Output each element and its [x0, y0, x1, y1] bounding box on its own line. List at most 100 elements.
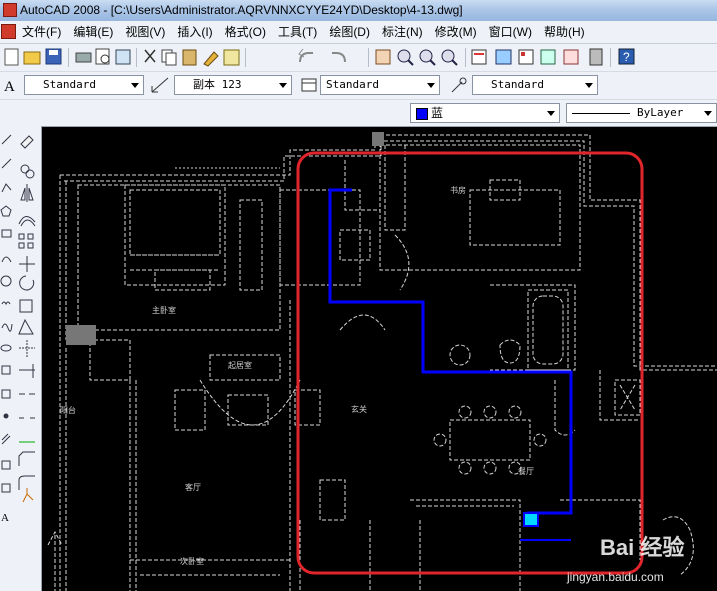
autocad-logo-icon[interactable]	[3, 3, 17, 17]
calculator-icon[interactable]	[589, 48, 603, 66]
modify-toolbar	[13, 126, 42, 591]
linetype-dropdown[interactable]: ByLayer	[566, 103, 717, 123]
menu-draw[interactable]: 绘图(D)	[325, 21, 374, 43]
menu-modify[interactable]: 修改(M)	[431, 21, 481, 43]
color-swatch	[416, 108, 428, 120]
move-icon[interactable]	[19, 256, 35, 272]
svg-text:?: ?	[623, 50, 630, 64]
insert-block-icon[interactable]	[1, 365, 11, 375]
scale-icon[interactable]	[19, 299, 33, 313]
menu-dimension[interactable]: 标注(N)	[378, 21, 427, 43]
chevron-down-icon	[585, 83, 593, 88]
multiline-text-icon[interactable]: A	[1, 512, 9, 524]
polyline-icon[interactable]	[1, 183, 12, 193]
menu-format[interactable]: 格式(O)	[221, 21, 270, 43]
menu-insert[interactable]: 插入(I)	[173, 21, 216, 43]
cut-icon[interactable]	[144, 49, 156, 63]
color-dropdown[interactable]: 蓝	[410, 103, 560, 123]
table-style-dropdown[interactable]: Standard	[320, 75, 440, 95]
multileader-style-dropdown[interactable]: Standard	[472, 75, 598, 95]
region-icon[interactable]	[1, 460, 11, 470]
menu-bar: 文件(F) 编辑(E) 视图(V) 插入(I) 格式(O) 工具(T) 绘图(D…	[0, 21, 717, 44]
window-title: AutoCAD 2008 - [C:\Users\Administrator.A…	[20, 3, 463, 17]
undo-icon[interactable]	[298, 48, 313, 63]
fillet-icon[interactable]	[18, 475, 35, 490]
room-label-study: 书房	[450, 185, 466, 195]
save-icon[interactable]	[45, 48, 62, 65]
rectangle-icon[interactable]	[1, 229, 12, 238]
plot-preview-icon[interactable]	[95, 48, 110, 65]
room-label-living-room: 起居室	[228, 360, 252, 370]
table-icon[interactable]	[1, 483, 11, 493]
room-label-dining-room: 餐厅	[518, 467, 534, 476]
block-editor-icon[interactable]	[223, 49, 240, 66]
watermark-url: jingyan.baidu.com	[567, 570, 664, 584]
blue-route-polyline[interactable]	[328, 188, 573, 515]
menu-window[interactable]: 窗口(W)	[485, 21, 536, 43]
copy-icon[interactable]	[161, 49, 177, 66]
chevron-down-icon	[427, 83, 435, 88]
chamfer-icon[interactable]	[18, 451, 35, 466]
menu-edit[interactable]: 编辑(E)	[69, 21, 117, 43]
ellipse-icon[interactable]	[0, 344, 12, 352]
open-icon[interactable]	[23, 51, 41, 65]
pan-icon[interactable]	[375, 49, 391, 65]
point-icon[interactable]	[3, 413, 9, 419]
circle-icon[interactable]	[0, 275, 12, 287]
stretch-icon[interactable]	[18, 318, 34, 335]
arc-icon[interactable]	[1, 256, 12, 263]
extend-icon[interactable]	[19, 364, 35, 378]
text-style-dropdown[interactable]: Standard	[24, 75, 144, 95]
drawing-canvas[interactable]: 书房 主卧室 起居室 餐厅 阳台 玄关 客厅 次卧室	[42, 127, 717, 591]
zoom-window-icon[interactable]	[419, 49, 436, 66]
array-icon[interactable]	[18, 233, 34, 249]
erase-icon[interactable]	[20, 135, 34, 149]
sheet-set-icon[interactable]	[540, 49, 556, 65]
print-icon[interactable]	[75, 52, 92, 63]
rotate-icon[interactable]	[19, 275, 35, 291]
polygon-icon[interactable]	[0, 205, 12, 217]
dimension-style-icon[interactable]	[151, 77, 169, 93]
line-icon[interactable]	[1, 134, 12, 145]
mirror-icon[interactable]	[20, 184, 34, 202]
styles-toolbar: A Standard 副本 123 Standard Standard	[0, 72, 717, 100]
redo-icon[interactable]	[332, 52, 346, 63]
menu-tools[interactable]: 工具(T)	[274, 21, 321, 43]
hatch-icon[interactable]	[1, 433, 11, 445]
markup-icon[interactable]	[563, 49, 579, 65]
publish-icon[interactable]	[115, 49, 131, 65]
dimension-style-dropdown[interactable]: 副本 123	[174, 75, 292, 95]
document-icon[interactable]	[1, 24, 16, 39]
zoom-realtime-icon[interactable]	[397, 49, 414, 66]
help-icon[interactable]: ?	[618, 48, 635, 65]
tool-palettes-icon[interactable]	[518, 49, 534, 65]
room-label-second-bedroom: 次卧室	[180, 556, 204, 566]
new-icon[interactable]	[4, 48, 19, 66]
watermark-brand: Bai 经验	[600, 535, 685, 560]
linetype-sample	[572, 113, 630, 114]
zoom-previous-icon[interactable]	[441, 49, 458, 66]
menu-help[interactable]: 帮助(H)	[540, 21, 589, 43]
properties-icon[interactable]	[471, 49, 487, 65]
floor-plan	[47, 134, 717, 591]
chevron-down-icon	[279, 83, 287, 88]
explode-icon[interactable]	[22, 488, 34, 503]
design-center-icon[interactable]	[495, 49, 512, 65]
menu-file[interactable]: 文件(F)	[18, 21, 65, 43]
table-style-icon[interactable]	[301, 78, 317, 92]
text-style-icon[interactable]: A	[4, 79, 15, 95]
offset-icon[interactable]	[18, 216, 36, 227]
paste-icon[interactable]	[182, 49, 197, 66]
copy-object-icon[interactable]	[20, 164, 35, 179]
properties-toolbar: 蓝 ByLayer	[0, 100, 717, 127]
selected-grip[interactable]	[523, 512, 539, 527]
multileader-style-icon[interactable]	[451, 77, 467, 93]
revision-cloud-icon[interactable]	[1, 301, 11, 306]
make-block-icon[interactable]	[1, 389, 11, 399]
spline-icon[interactable]	[1, 323, 13, 332]
construction-line-icon[interactable]	[1, 158, 12, 169]
title-bar: AutoCAD 2008 - [C:\Users\Administrator.A…	[0, 0, 717, 21]
match-properties-icon[interactable]	[203, 51, 219, 67]
trim-icon[interactable]	[19, 340, 35, 358]
menu-view[interactable]: 视图(V)	[121, 21, 169, 43]
